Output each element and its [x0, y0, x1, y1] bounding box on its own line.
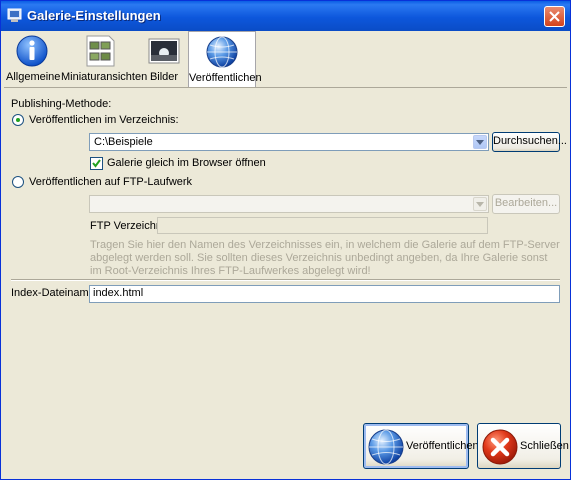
tab-thumbnails-label: Miniaturansichten	[61, 71, 148, 83]
globe-icon	[206, 36, 238, 68]
tab-thumbnails[interactable]: Miniaturansichten	[61, 31, 148, 87]
dialog-content: Allgemeine Miniaturansichten Bilder Verö…	[4, 31, 569, 477]
window-title: Galerie-Einstellungen	[27, 8, 161, 23]
settings-toolbar: Allgemeine Miniaturansichten Bilder Verö…	[6, 31, 562, 89]
publish-button[interactable]: Veröffentlichen	[363, 423, 479, 469]
publishing-method-label: Publishing-Methode:	[11, 98, 112, 110]
gallery-app-icon	[7, 8, 22, 22]
radio-publish-local-label[interactable]: Veröffentlichen im Verzeichnis:	[29, 114, 179, 126]
image-icon	[148, 38, 180, 64]
checkmark-icon	[92, 159, 101, 168]
ftp-dir-input[interactable]	[157, 217, 488, 234]
radio-publish-ftp[interactable]	[12, 176, 24, 188]
publish-button-label: Veröffentlichen	[406, 440, 479, 452]
ftp-hint-text: Tragen Sie hier den Namen des Verzeichni…	[90, 239, 560, 277]
thumbnails-icon	[86, 35, 115, 67]
section-divider	[11, 279, 560, 281]
tab-general-label: Allgemeine	[6, 71, 61, 83]
globe-icon	[368, 429, 404, 465]
edit-ftp-button[interactable]: Bearbeiten...	[492, 194, 560, 214]
index-filename-label: Index-Dateinamen	[11, 287, 101, 299]
chevron-down-icon[interactable]	[473, 135, 487, 149]
local-path-value: C:\Beispiele	[94, 136, 153, 148]
browse-button[interactable]: Durchsuchen...	[492, 132, 567, 152]
close-icon	[549, 11, 560, 22]
index-filename-input[interactable]: index.html	[89, 285, 560, 303]
close-icon	[482, 429, 518, 465]
tab-general[interactable]: Allgemeine	[6, 31, 61, 87]
tab-images[interactable]: Bilder	[142, 31, 186, 87]
open-in-browser-checkbox[interactable]	[90, 157, 103, 170]
dialog-window: Galerie-Einstellungen Allgemeine Miniatu…	[0, 0, 571, 480]
toolbar-divider	[4, 87, 567, 88]
info-icon	[16, 35, 48, 67]
chevron-down-icon[interactable]	[473, 197, 487, 211]
ftp-drive-combo[interactable]	[89, 195, 489, 213]
tab-publish-label: Veröffentlichen	[189, 72, 262, 84]
open-in-browser-label[interactable]: Galerie gleich im Browser öffnen	[107, 157, 266, 169]
close-button[interactable]: Schließen	[477, 423, 569, 469]
close-window-button[interactable]	[544, 6, 565, 27]
tab-publish[interactable]: Veröffentlichen	[188, 31, 262, 87]
index-filename-value: index.html	[93, 287, 144, 299]
close-button-label: Schließen	[520, 440, 569, 452]
local-path-combo[interactable]: C:\Beispiele	[89, 133, 489, 151]
radio-publish-ftp-label[interactable]: Veröffentlichen auf FTP-Laufwerk	[29, 176, 192, 188]
radio-publish-local[interactable]	[12, 114, 24, 126]
tab-images-label: Bilder	[149, 71, 179, 83]
title-bar[interactable]: Galerie-Einstellungen	[1, 1, 570, 31]
